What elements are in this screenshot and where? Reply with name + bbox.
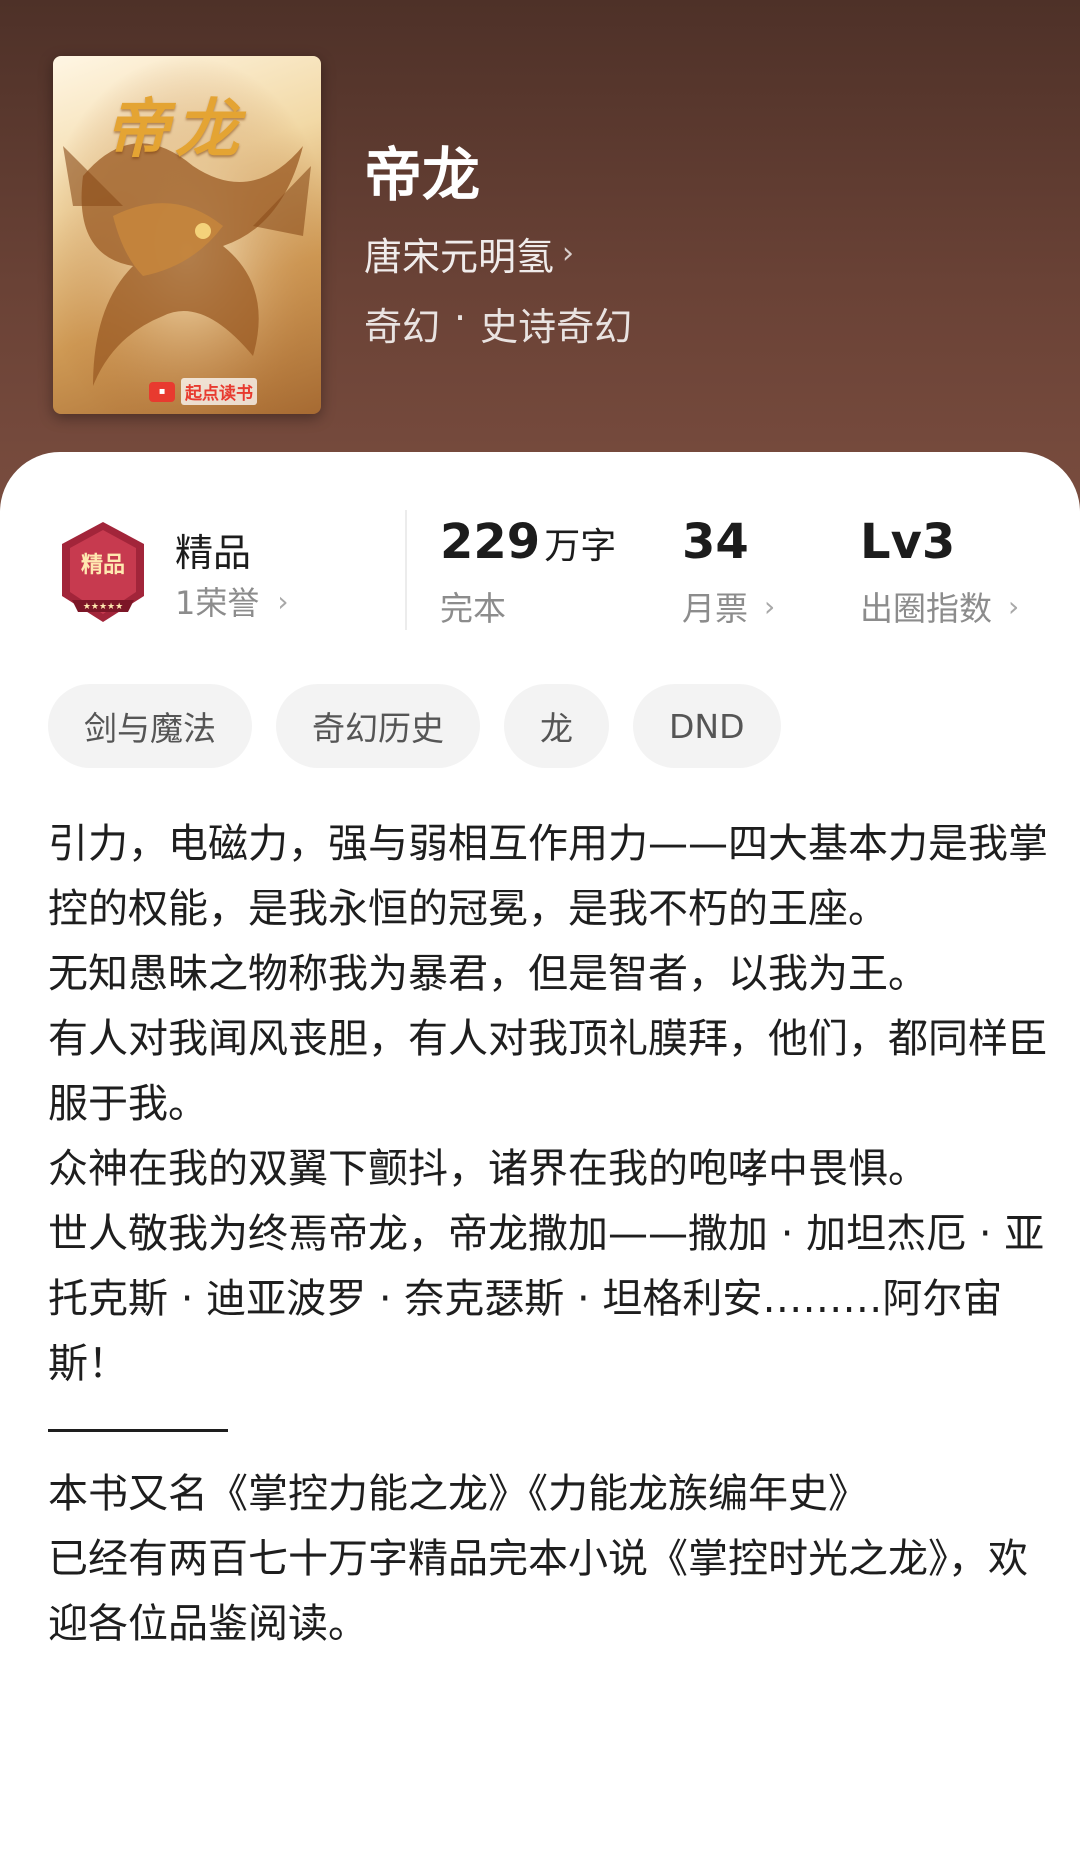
book-header: 帝龙 ▪ 起点读书 帝龙 唐宋元明氢 › 奇幻 · 史诗奇幻	[0, 0, 1080, 520]
stats-divider	[405, 510, 407, 630]
cover-title: 帝龙	[105, 92, 245, 167]
tag-chip[interactable]: 奇幻历史	[276, 684, 480, 768]
author-link[interactable]: 唐宋元明氢 ›	[364, 226, 574, 281]
publisher-logo-icon: ▪	[149, 381, 175, 402]
premium-badge-icon[interactable]: 精品 ★★★★★	[52, 518, 154, 626]
completion-status: 完本	[440, 582, 506, 630]
genre-category[interactable]: 奇幻	[364, 296, 440, 351]
chevron-right-icon: ›	[277, 584, 289, 618]
word-count-unit: 万字	[544, 526, 617, 567]
tag-chip[interactable]: 剑与魔法	[48, 684, 252, 768]
completion-label: 完本	[440, 589, 506, 628]
badge-label: 精品	[81, 552, 125, 578]
honor-title: 精品	[175, 531, 252, 575]
description-paragraph: 众神在我的双翼下颤抖，诸界在我的咆哮中畏惧。	[48, 1146, 928, 1192]
book-cover[interactable]: 帝龙 ▪ 起点读书	[53, 56, 321, 414]
genre-row: 奇幻 · 史诗奇幻	[364, 296, 632, 351]
word-count-value: 229	[440, 514, 541, 570]
description-paragraph: 引力，电磁力，强与弱相互作用力——四大基本力是我掌控的权能，是我永恒的冠冕，是我…	[48, 821, 1048, 932]
book-title: 帝龙	[364, 141, 481, 209]
svg-text:★★★★★: ★★★★★	[83, 602, 123, 612]
description-paragraph: 无知愚昧之物称我为暴君，但是智者，以我为王。	[48, 951, 928, 997]
chevron-right-icon: ›	[562, 236, 575, 271]
influence-level: Lv3	[860, 514, 956, 570]
book-description[interactable]: 引力，电磁力，强与弱相互作用力——四大基本力是我掌控的权能，是我永恒的冠冕，是我…	[48, 812, 1048, 1657]
stats-row: 精品 ★★★★★ 精品 1荣誉 › 229 万字 完本 34 月票 › Lv3 出…	[0, 452, 1080, 652]
description-paragraph: 本书又名《掌控力能之龙》《力能龙族编年史》	[48, 1471, 868, 1517]
honor-link[interactable]: 1荣誉 ›	[175, 578, 289, 624]
tag-list: 剑与魔法 奇幻历史 龙 DND	[48, 684, 781, 768]
monthly-ticket-label: 月票	[682, 589, 748, 628]
monthly-ticket-link[interactable]: 月票 ›	[682, 582, 775, 630]
description-paragraph: 世人敬我为终焉帝龙，帝龙撒加——撒加 · 加坦杰厄 · 亚托克斯 · 迪亚波罗 …	[48, 1211, 1045, 1387]
author-name: 唐宋元明氢	[364, 235, 555, 279]
tag-chip[interactable]: 龙	[504, 684, 609, 768]
monthly-ticket-count: 34	[682, 514, 749, 570]
description-paragraph: 有人对我闻风丧胆，有人对我顶礼膜拜，他们，都同样臣服于我。	[48, 1016, 1048, 1127]
genre-separator: ·	[454, 296, 467, 340]
chevron-right-icon: ›	[764, 589, 776, 623]
publisher-name: 起点读书	[181, 378, 257, 405]
influence-index-label: 出圈指数	[860, 589, 992, 628]
tag-chip[interactable]: DND	[633, 684, 781, 768]
publisher-logo: ▪ 起点读书	[149, 378, 257, 405]
description-divider	[48, 1429, 228, 1432]
description-paragraph: 已经有两百七十万字精品完本小说《掌控时光之龙》，欢迎各位品鉴阅读。	[48, 1536, 1028, 1647]
honor-count: 1荣誉	[175, 584, 260, 622]
book-detail-card: 精品 ★★★★★ 精品 1荣誉 › 229 万字 完本 34 月票 › Lv3 出…	[0, 452, 1080, 1858]
word-count: 229 万字	[440, 514, 616, 570]
chevron-right-icon: ›	[1008, 589, 1020, 623]
genre-subcategory[interactable]: 史诗奇幻	[480, 296, 632, 351]
influence-index-link[interactable]: 出圈指数 ›	[860, 582, 1019, 630]
